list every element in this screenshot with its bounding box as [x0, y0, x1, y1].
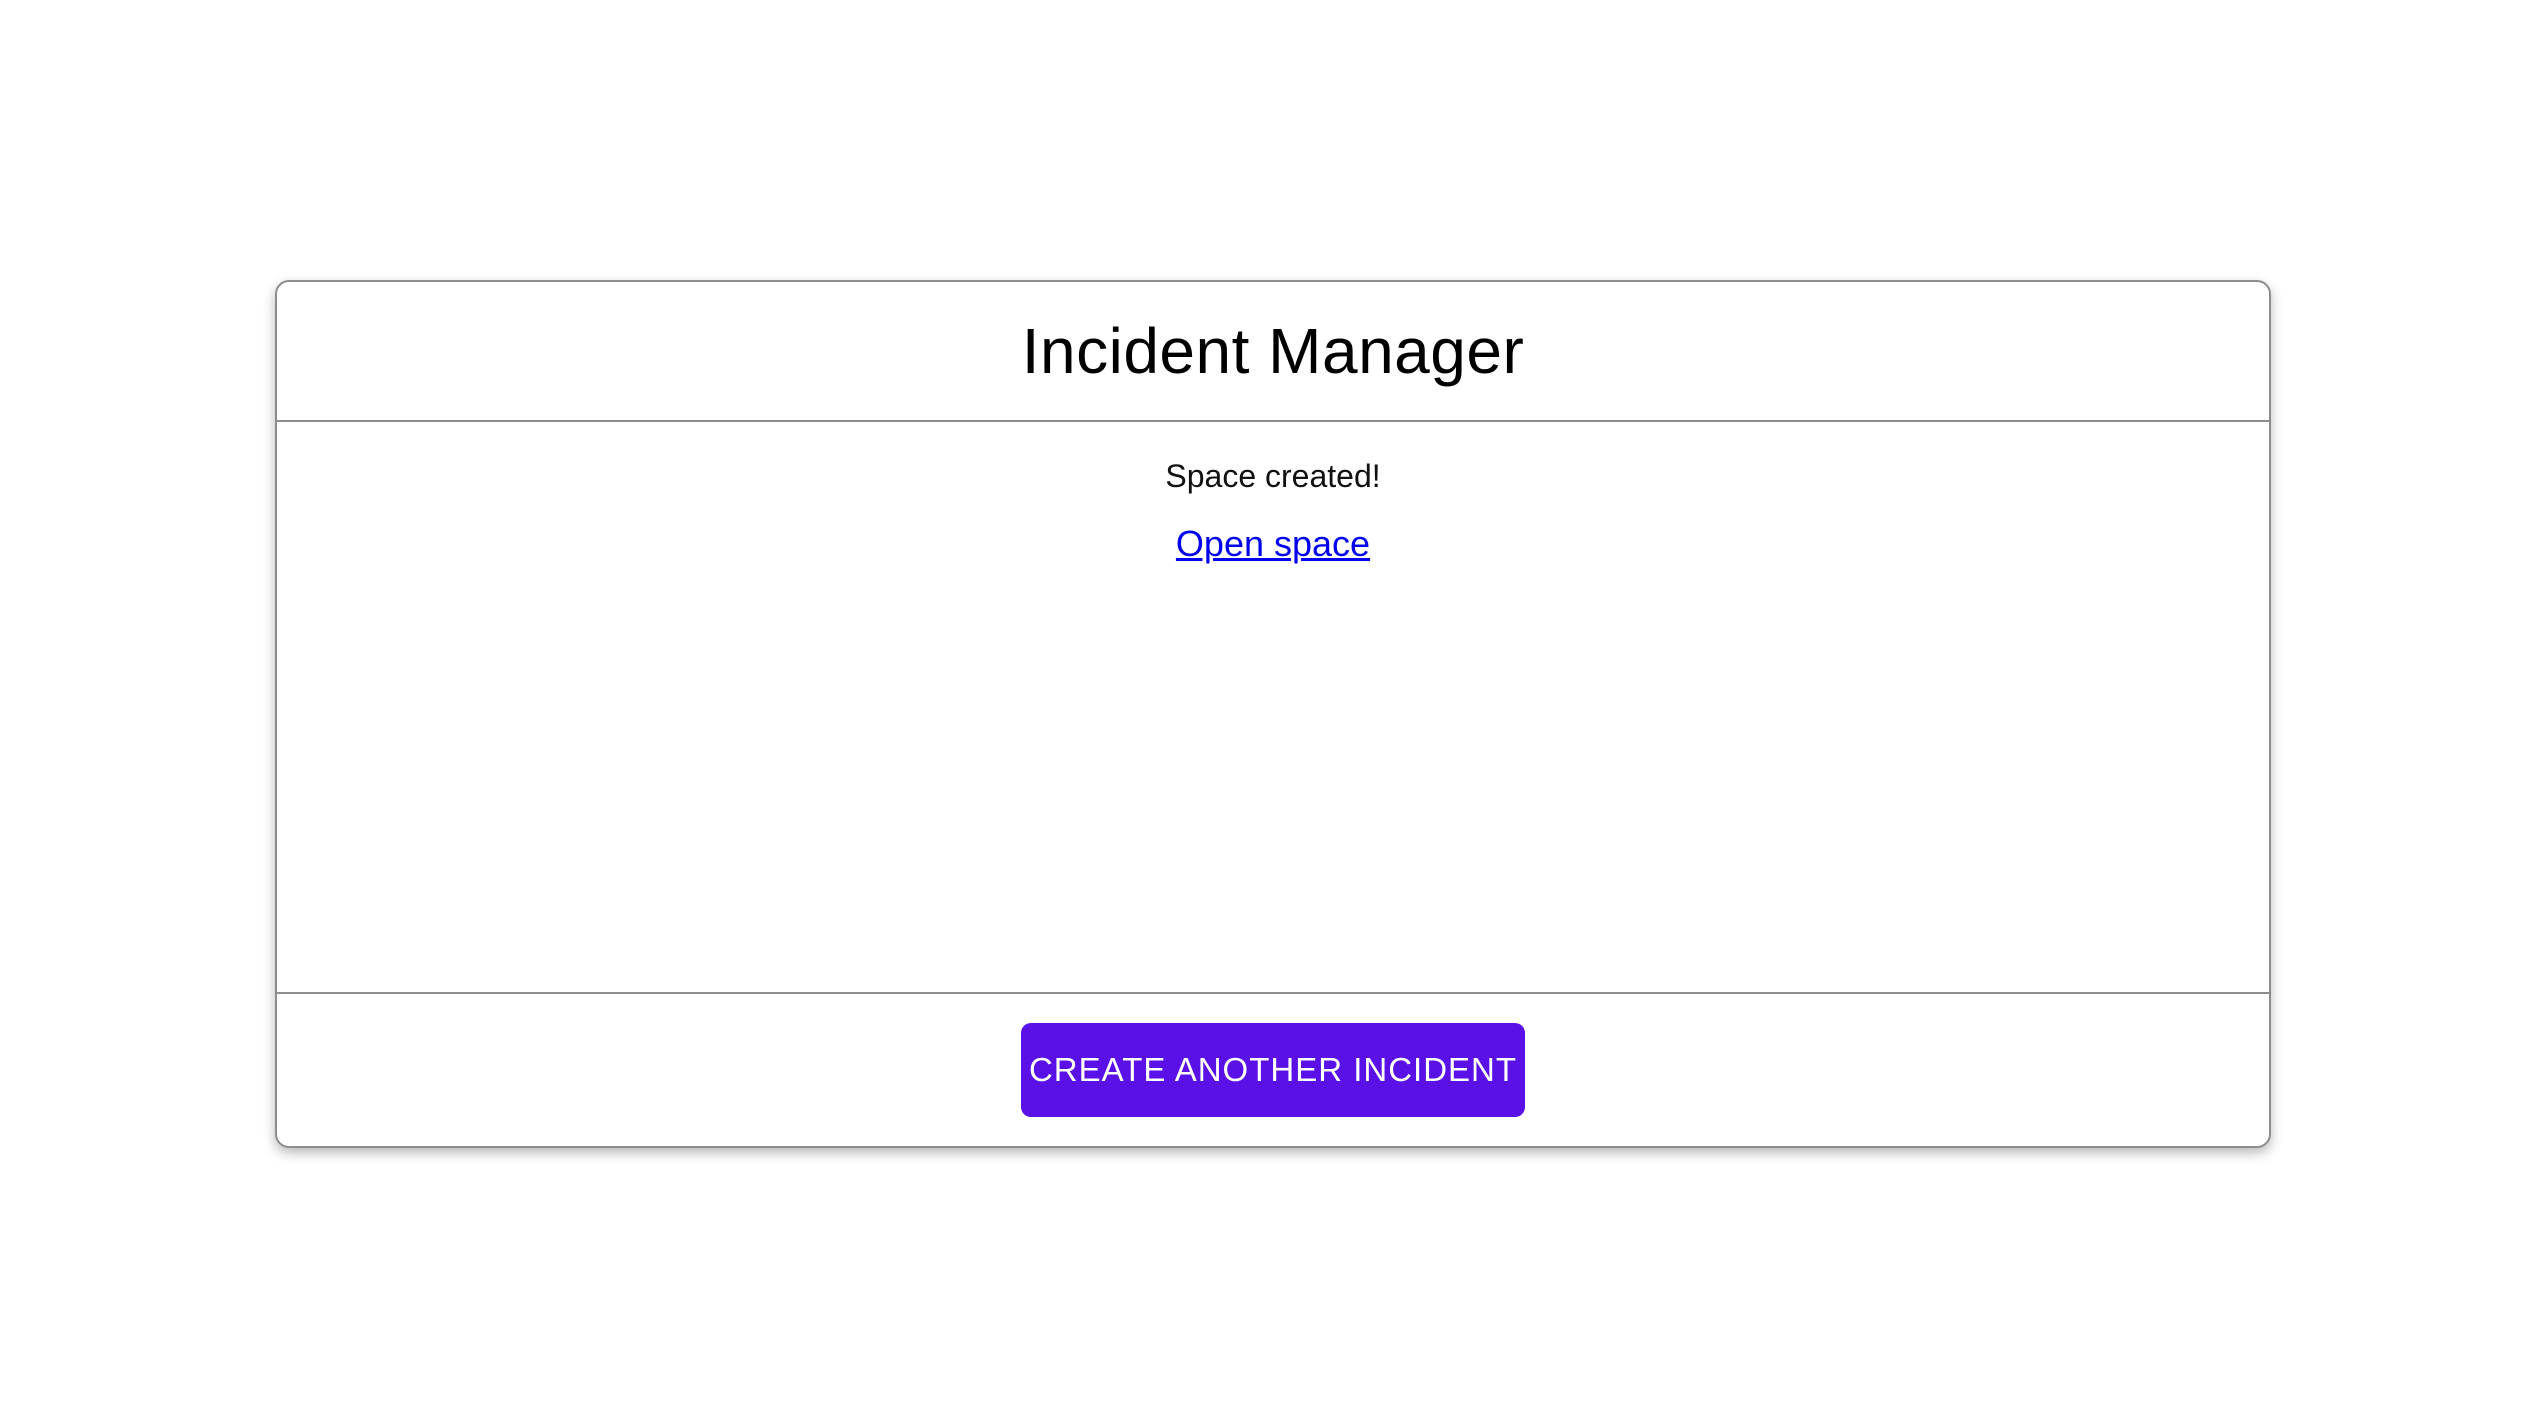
status-message: Space created!: [1165, 458, 1381, 494]
open-space-link[interactable]: Open space: [1176, 523, 1370, 564]
card-body: Space created! Open space: [277, 422, 2269, 992]
create-another-incident-button[interactable]: CREATE ANOTHER INCIDENT: [1021, 1023, 1525, 1117]
card-header: Incident Manager: [277, 282, 2269, 422]
card-footer: CREATE ANOTHER INCIDENT: [277, 992, 2269, 1146]
page-title: Incident Manager: [1021, 315, 1525, 387]
incident-manager-card: Incident Manager Space created! Open spa…: [275, 280, 2271, 1148]
